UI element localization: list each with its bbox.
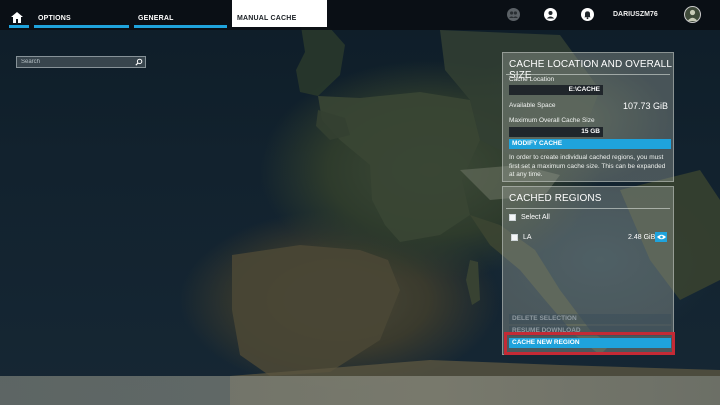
cached-regions-panel: CACHED REGIONS Select All LA 2.48 GiB DE… [502, 186, 674, 355]
resume-download-button[interactable]: RESUME DOWNLOAD [509, 326, 671, 336]
eye-icon [656, 234, 666, 240]
home-tab-indicator [9, 25, 29, 28]
profile-icon[interactable] [544, 8, 557, 21]
divider [506, 208, 670, 209]
tab-general[interactable]: GENERAL [134, 0, 227, 30]
cache-new-region-button[interactable]: CACHE NEW REGION [509, 338, 671, 348]
view-region-button[interactable] [655, 232, 667, 242]
friends-icon[interactable] [507, 8, 520, 21]
tab-general-label: GENERAL [138, 15, 174, 22]
top-navigation-bar: OPTIONS GENERAL MANUAL CACHE DARIUSZM76 [0, 0, 720, 30]
search-input[interactable] [17, 57, 131, 67]
delete-selection-button[interactable]: DELETE SELECTION [509, 314, 671, 324]
cache-location-label: Cache Location [509, 76, 555, 83]
select-all-label: Select All [521, 214, 550, 221]
region-size: 2.48 GiB [628, 234, 656, 241]
notifications-icon[interactable] [581, 8, 594, 21]
cache-info-text: In order to create individual cached reg… [509, 154, 666, 178]
tab-options-indicator [34, 25, 129, 28]
max-cache-size-field[interactable]: 15 GB [509, 127, 603, 137]
search-box [16, 56, 146, 68]
select-all-checkbox[interactable] [509, 214, 516, 221]
home-icon[interactable] [9, 9, 25, 26]
max-cache-size-label: Maximum Overall Cache Size [509, 117, 595, 124]
cache-location-field[interactable]: E:\CACHE [509, 85, 603, 95]
bottom-bar [0, 376, 720, 405]
regions-panel-title: CACHED REGIONS [509, 193, 602, 204]
modify-cache-button[interactable]: MODIFY CACHE [509, 139, 671, 149]
tab-manual-cache-label: MANUAL CACHE [237, 15, 297, 22]
avatar[interactable] [684, 6, 701, 23]
region-checkbox[interactable] [511, 234, 518, 241]
username[interactable]: DARIUSZM76 [613, 11, 658, 18]
divider [506, 74, 670, 75]
search-icon[interactable] [135, 58, 143, 66]
tab-manual-cache[interactable]: MANUAL CACHE [232, 0, 327, 27]
tab-options[interactable]: OPTIONS [34, 0, 129, 30]
available-space-label: Available Space [509, 102, 556, 109]
available-space-value: 107.73 GiB [622, 101, 668, 111]
tab-options-label: OPTIONS [38, 15, 71, 22]
region-name: LA [523, 234, 532, 241]
tab-general-indicator [134, 25, 227, 28]
cache-location-panel: CACHE LOCATION AND OVERALL SIZE Cache Lo… [502, 52, 674, 182]
